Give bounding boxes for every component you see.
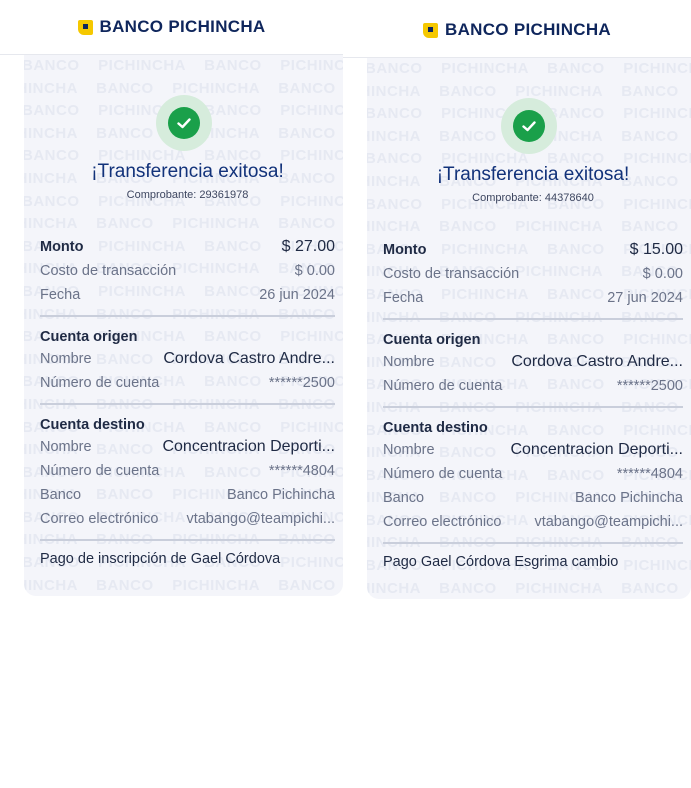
fee-row: Costo de transacción $ 0.00 — [40, 259, 335, 283]
dest-account-label: Número de cuenta — [383, 466, 503, 482]
amount-value: $ 15.00 — [629, 241, 683, 258]
success-title: ¡Transferencia exitosa! — [436, 164, 630, 185]
amount-row: Monto $ 27.00 — [40, 235, 335, 259]
origin-name-row: Nombre Cordova Castro Andre... — [40, 347, 335, 371]
dest-name-row: Nombre Concentracion Deporti... — [383, 438, 683, 462]
success-title: ¡Transferencia exitosa! — [91, 161, 284, 182]
receipt-panel-1: BANCO PICHINCHA BANCO PICHINCHA BANCO PI… — [0, 0, 343, 785]
amount-label: Monto — [40, 239, 84, 255]
origin-account-label: Número de cuenta — [40, 375, 160, 391]
divider — [383, 406, 683, 408]
receipt-details: Monto $ 15.00 Costo de transacción $ 0.0… — [383, 238, 683, 570]
receipt-card: BANCO PICHINCHA BANCO PICHINCHA BANCO PI… — [367, 58, 691, 599]
dest-account-label: Número de cuenta — [40, 463, 160, 479]
date-value: 27 jun 2024 — [607, 290, 683, 306]
origin-name-label: Nombre — [383, 354, 435, 370]
date-row: Fecha 26 jun 2024 — [40, 283, 335, 307]
fee-value: $ 0.00 — [294, 263, 335, 279]
dest-account-value: ******4804 — [616, 466, 683, 482]
origin-name-value: Cordova Castro Andre... — [511, 353, 683, 370]
check-circle-icon — [155, 95, 212, 151]
divider — [383, 542, 683, 544]
amount-label: Monto — [383, 242, 427, 258]
date-label: Fecha — [383, 290, 424, 306]
receipt-card: BANCO PICHINCHA BANCO PICHINCHA BANCO PI… — [24, 55, 343, 596]
date-label: Fecha — [40, 287, 81, 303]
email-value: vtabango@teampichi... — [186, 511, 335, 527]
bank-label: Banco — [383, 490, 425, 506]
voucher-number: Comprobante: 44378640 — [472, 192, 594, 204]
transfer-note: Pago de inscripción de Gael Córdova — [40, 551, 281, 567]
amount-row: Monto $ 15.00 — [383, 238, 683, 262]
origin-account-value: ******2500 — [268, 375, 335, 391]
brand-name: BANCO PICHINCHA — [445, 20, 611, 39]
app-header: BANCO PICHINCHA — [0, 0, 343, 55]
email-label: Correo electrónico — [383, 514, 502, 530]
fee-row: Costo de transacción $ 0.00 — [383, 262, 683, 286]
dest-name-label: Nombre — [383, 442, 435, 458]
bank-row: Banco Banco Pichincha — [383, 486, 683, 510]
origin-account-value: ******2500 — [616, 378, 683, 394]
dest-name-value: Concentracion Deporti... — [162, 438, 335, 455]
divider — [40, 403, 335, 405]
email-value: vtabango@teampichi... — [534, 514, 683, 530]
fee-label: Costo de transacción — [383, 266, 520, 282]
origin-name-label: Nombre — [40, 351, 92, 367]
amount-value: $ 27.00 — [281, 238, 335, 255]
divider — [383, 318, 683, 320]
voucher-number: Comprobante: 29361978 — [126, 189, 249, 201]
origin-account-row: Número de cuenta ******2500 — [40, 371, 335, 395]
dest-name-label: Nombre — [40, 439, 92, 455]
bank-logo-icon — [423, 22, 438, 38]
fee-label: Costo de transacción — [40, 263, 177, 279]
email-label: Correo electrónico — [40, 511, 159, 527]
divider — [40, 315, 335, 317]
bank-logo-icon — [77, 19, 93, 35]
dest-name-value: Concentracion Deporti... — [510, 441, 683, 458]
dest-name-row: Nombre Concentracion Deporti... — [40, 435, 335, 459]
divider — [40, 539, 335, 541]
dest-account-row: Número de cuenta ******4804 — [40, 459, 335, 483]
check-circle-icon — [501, 98, 557, 154]
origin-account-row: Número de cuenta ******2500 — [383, 374, 683, 398]
email-row: Correo electrónico vtabango@teampichi... — [40, 507, 335, 531]
origin-name-value: Cordova Castro Andre... — [163, 350, 335, 367]
transfer-note: Pago Gael Córdova Esgrima cambio — [383, 554, 619, 570]
destination-section-title: Cuenta destino — [383, 420, 488, 436]
date-row: Fecha 27 jun 2024 — [383, 286, 683, 310]
bank-value: Banco Pichincha — [574, 490, 683, 506]
bank-row: Banco Banco Pichincha — [40, 483, 335, 507]
fee-value: $ 0.00 — [642, 266, 683, 282]
bank-label: Banco — [40, 487, 82, 503]
receipt-panel-2: BANCO PICHINCHA BANCO PICHINCHA BANCO PI… — [343, 3, 691, 788]
origin-section-title: Cuenta origen — [383, 332, 481, 348]
origin-section-title: Cuenta origen — [40, 329, 138, 345]
date-value: 26 jun 2024 — [259, 287, 335, 303]
dest-account-value: ******4804 — [268, 463, 335, 479]
brand-name: BANCO PICHINCHA — [99, 17, 266, 36]
email-row: Correo electrónico vtabango@teampichi... — [383, 510, 683, 534]
bank-value: Banco Pichincha — [226, 487, 335, 503]
origin-account-label: Número de cuenta — [383, 378, 503, 394]
dest-account-row: Número de cuenta ******4804 — [383, 462, 683, 486]
receipt-details: Monto $ 27.00 Costo de transacción $ 0.0… — [40, 235, 335, 567]
origin-name-row: Nombre Cordova Castro Andre... — [383, 350, 683, 374]
destination-section-title: Cuenta destino — [40, 417, 145, 433]
app-header: BANCO PICHINCHA — [343, 3, 691, 58]
